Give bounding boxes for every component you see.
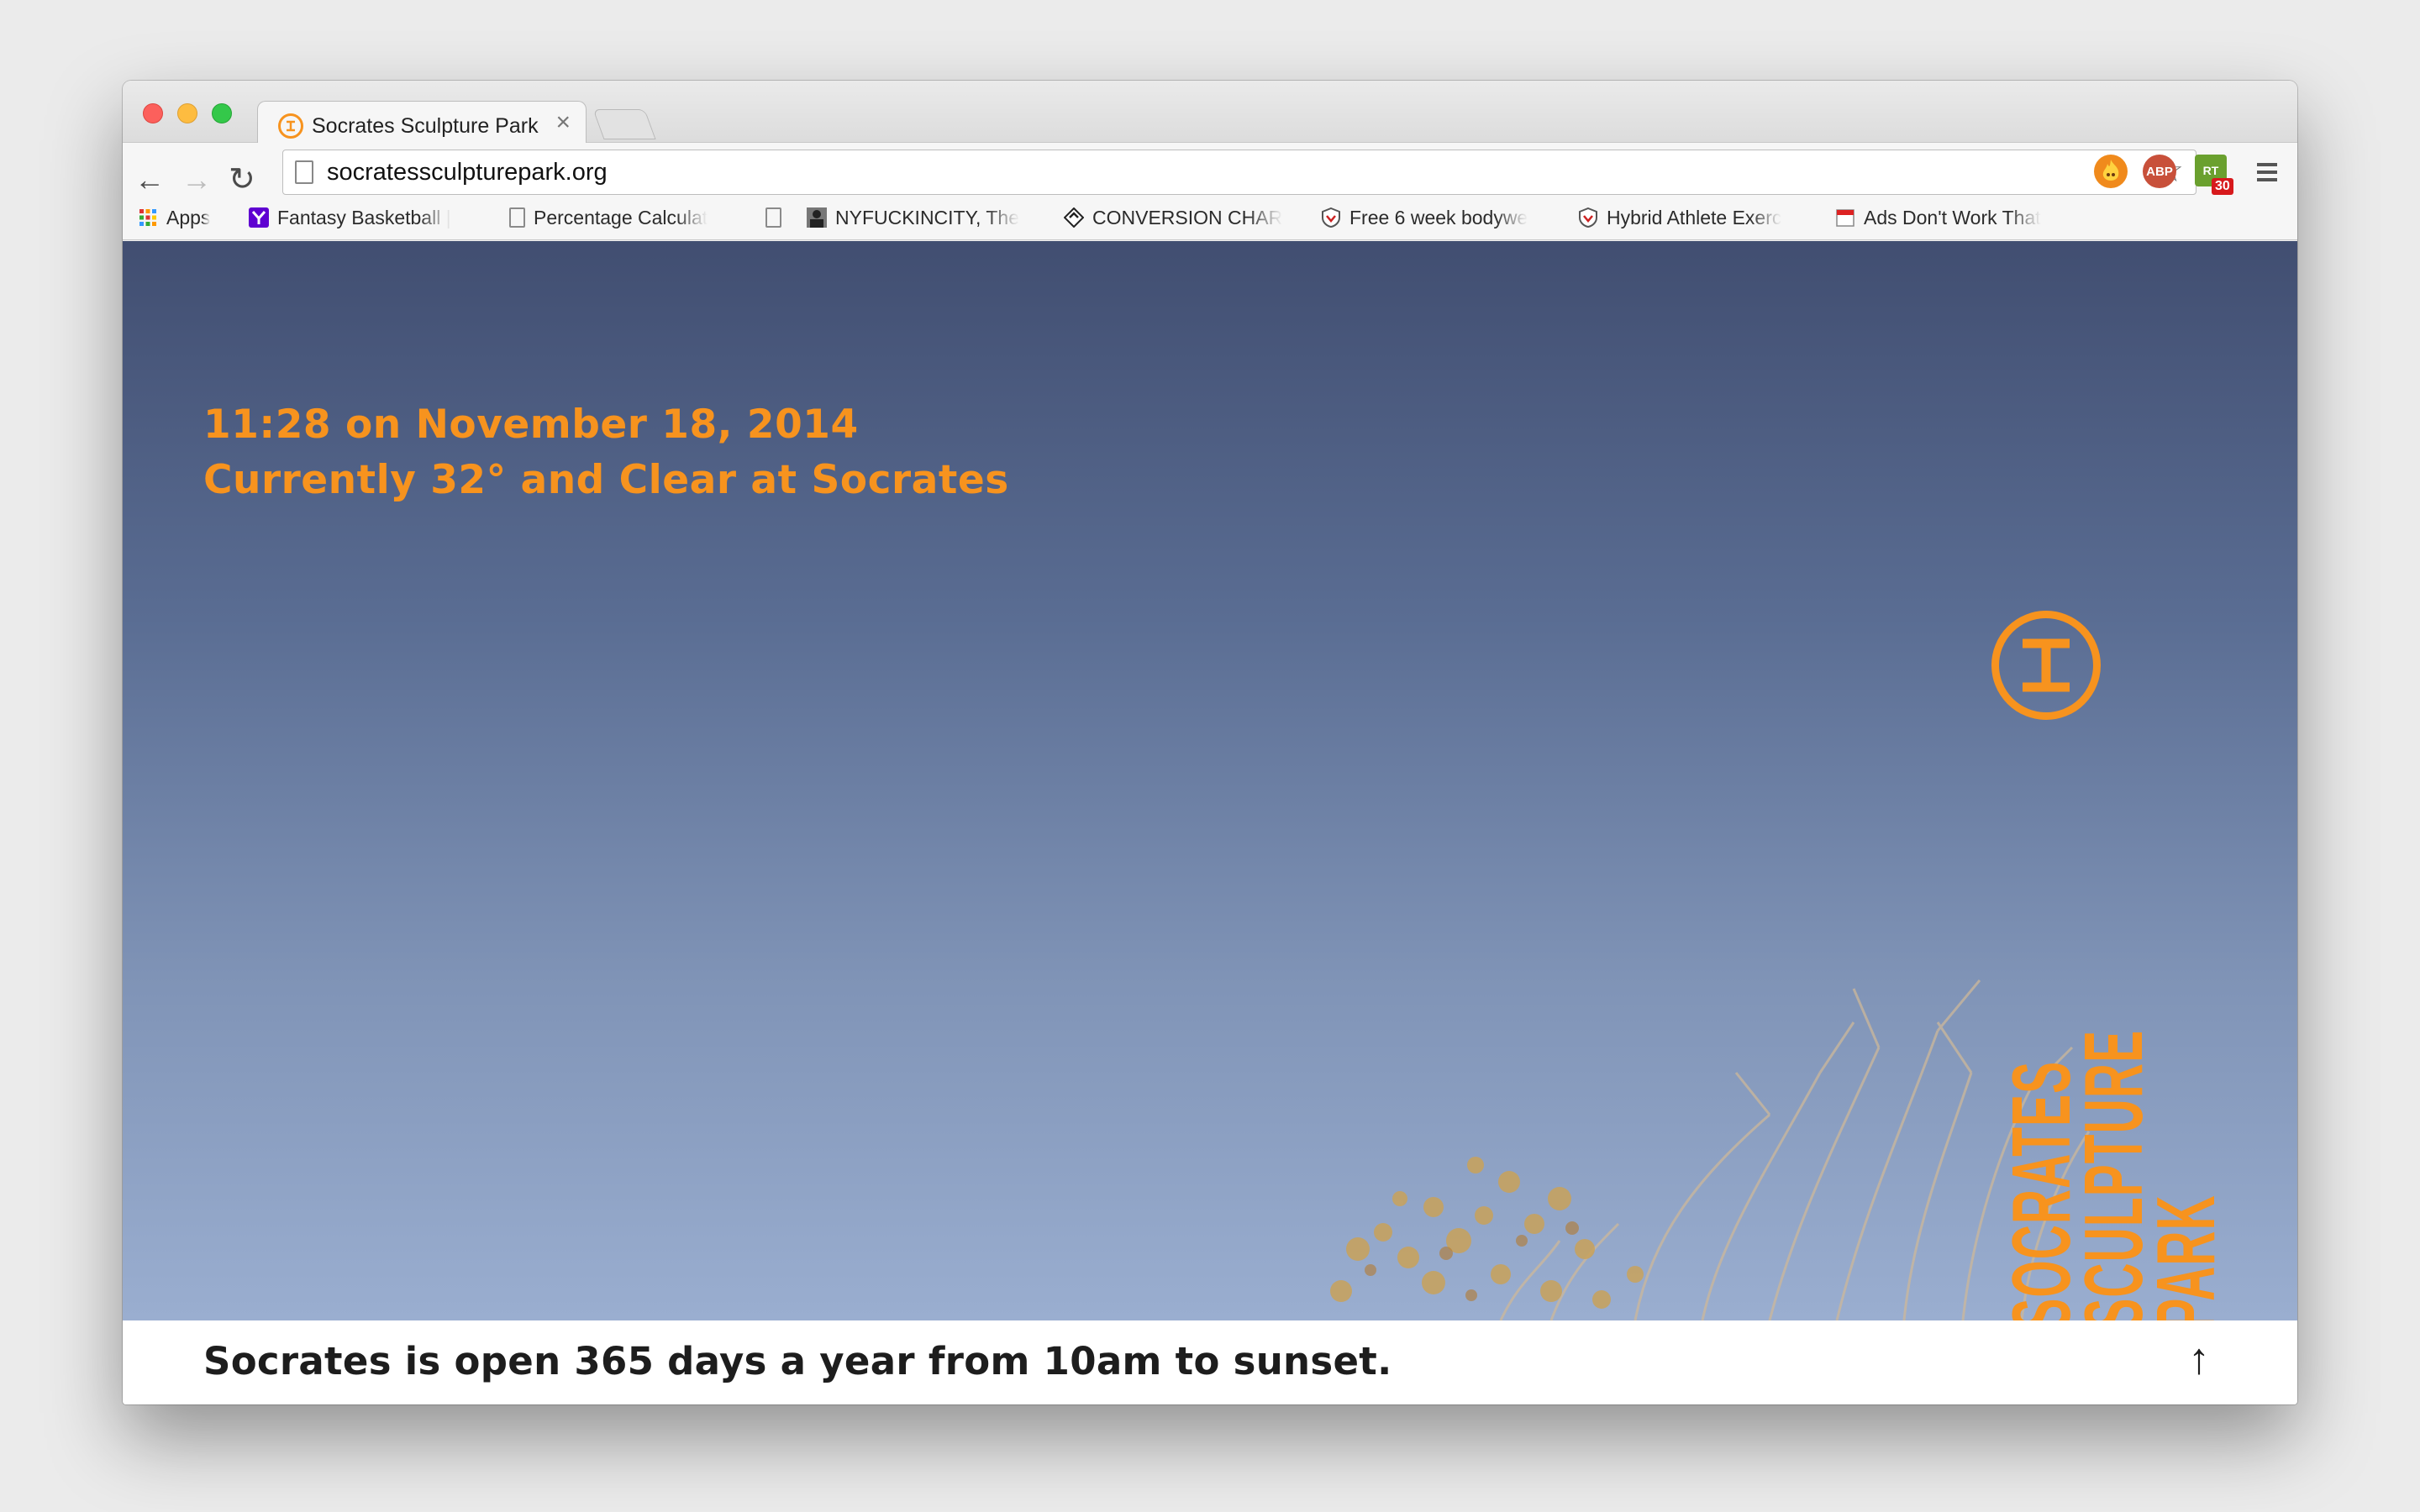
apps-grid-icon <box>139 209 156 226</box>
bookmark-label: Percentage Calculat <box>534 206 708 228</box>
bookmarks-bar: Apps Fantasy Basketball | Percentage Cal… <box>123 195 2297 240</box>
minimize-window-button[interactable] <box>177 103 197 123</box>
person-thumbnail-icon <box>807 207 827 228</box>
page-icon <box>765 207 781 228</box>
tab-close-icon[interactable]: × <box>555 108 571 136</box>
page-icon <box>509 207 525 228</box>
hours-bar: Socrates is open 365 days a year from 10… <box>123 1320 2297 1404</box>
hamburger-menu-icon[interactable] <box>2257 163 2277 183</box>
tab-title: Socrates Sculpture Park <box>312 114 539 138</box>
bookmark-percentage-calculator[interactable]: Percentage Calculat <box>509 205 708 230</box>
bookmark-label: CONVERSION CHAR <box>1092 206 1283 228</box>
wordmark-line-3: PARK <box>2139 1137 2232 1320</box>
url-text[interactable]: socratessculpturepark.org <box>327 159 608 186</box>
bookmark-conversion-chart[interactable]: CONVERSION CHAR <box>1064 205 1282 230</box>
tab-strip: Socrates Sculpture Park × <box>123 81 2297 144</box>
forward-arrow-icon[interactable]: → <box>182 165 212 195</box>
address-bar[interactable]: socratessculpturepark.org ☆ <box>282 150 2196 195</box>
hero-sky-image: 11:28 on November 18, 2014 Currently 32°… <box>123 241 2297 1320</box>
new-tab-button[interactable] <box>592 109 656 139</box>
bookmark-label: Ads Don't Work That <box>1864 206 2041 228</box>
calendar-icon <box>1836 209 1854 227</box>
weather-line: Currently 32° and Clear at Socrates <box>203 457 1009 503</box>
fire-extension-icon[interactable] <box>2094 155 2128 188</box>
bookmark-label: Apps <box>166 206 211 228</box>
hours-text: Socrates is open 365 days a year from 10… <box>203 1339 1392 1383</box>
browser-window: Socrates Sculpture Park × ← → ↻ socrates… <box>123 81 2297 1404</box>
back-arrow-icon[interactable]: ← <box>134 165 165 195</box>
socrates-logo-icon[interactable] <box>1991 611 2101 720</box>
socrates-favicon-icon <box>278 113 303 139</box>
reload-icon[interactable]: ↻ <box>229 164 255 196</box>
bookmark-label: Hybrid Athlete Exerc <box>1607 206 1782 228</box>
adblock-plus-icon[interactable]: ABP <box>2143 155 2176 188</box>
bookmark-nyfuckincity[interactable]: NYFUCKINCITY, The <box>807 205 1019 230</box>
web-page: 11:28 on November 18, 2014 Currently 32°… <box>123 241 2297 1404</box>
bookmark-label: Fantasy Basketball | <box>277 206 451 228</box>
shield-icon <box>1322 207 1340 228</box>
status-text: 11:28 on November 18, 2014 Currently 32°… <box>203 397 1009 508</box>
zoom-window-button[interactable] <box>212 103 232 123</box>
close-window-button[interactable] <box>143 103 163 123</box>
socrates-wordmark: SOCRATES SCULPTURE PARK <box>1995 989 2232 1320</box>
bookmark-label: Free 6 week bodywe <box>1349 206 1528 228</box>
conversion-icon <box>1064 207 1084 228</box>
shield-icon <box>1579 207 1597 228</box>
extension-badge: 30 <box>2212 178 2233 195</box>
datetime-line: 11:28 on November 18, 2014 <box>203 402 859 448</box>
bookmark-hybrid-athlete[interactable]: Hybrid Athlete Exerc <box>1578 205 1781 230</box>
bookmark-fantasy-basketball[interactable]: Fantasy Basketball | <box>249 205 451 230</box>
bookmark-blank[interactable] <box>765 205 790 230</box>
page-icon <box>295 160 313 184</box>
back-to-top-icon[interactable]: ↑ <box>2188 1337 2210 1381</box>
bookmark-label: NYFUCKINCITY, The <box>835 206 1019 228</box>
yahoo-icon <box>249 207 269 228</box>
bookmark-ads-dont-work[interactable]: Ads Don't Work That <box>1835 205 2041 230</box>
tab-socrates[interactable]: Socrates Sculpture Park × <box>257 101 587 144</box>
bookmark-free-6-week-bodyweight[interactable]: Free 6 week bodywe <box>1321 205 1528 230</box>
bookmark-apps[interactable]: Apps <box>138 205 210 230</box>
